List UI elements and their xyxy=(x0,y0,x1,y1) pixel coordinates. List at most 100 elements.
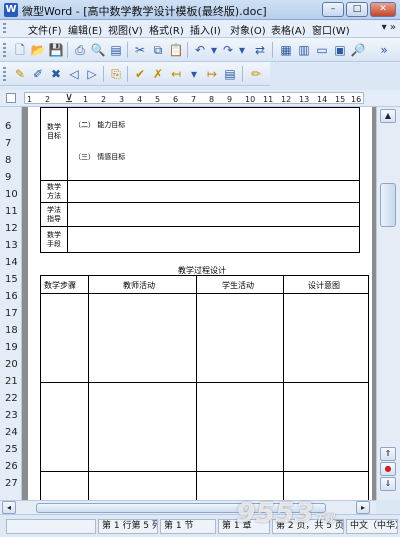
table-cell[interactable] xyxy=(40,471,89,500)
prev-page-icon[interactable]: ⇑ xyxy=(380,447,396,461)
toolbar-separator xyxy=(127,42,128,58)
prev-note-icon[interactable]: ◁ xyxy=(66,66,82,82)
find-replace-icon[interactable]: ⇄ xyxy=(252,42,268,58)
table-cell[interactable] xyxy=(67,226,360,253)
menubar-grip[interactable] xyxy=(3,23,6,35)
save-icon[interactable]: 💾 xyxy=(48,42,64,58)
browse-object-icon[interactable]: ● xyxy=(380,462,396,476)
vruler-number: 27 xyxy=(5,478,18,489)
next-change-icon[interactable]: ↦ xyxy=(204,66,220,82)
scroll-right-icon[interactable]: ▸ xyxy=(356,501,370,514)
table-cell[interactable] xyxy=(196,293,284,383)
page-view-icon[interactable]: ▭ xyxy=(314,42,330,58)
toolbar-grip[interactable] xyxy=(3,43,6,57)
edit-note-icon[interactable]: ✐ xyxy=(30,66,46,82)
table-cell[interactable] xyxy=(283,293,369,383)
menu-file[interactable]: 文件(F) xyxy=(28,22,62,37)
redo-dropdown-icon[interactable]: ▾ xyxy=(234,42,250,58)
table-cell[interactable] xyxy=(88,471,197,500)
ruler-mark: 13 xyxy=(299,95,310,104)
table-cell[interactable] xyxy=(283,382,369,472)
print-icon[interactable]: ⎙ xyxy=(72,42,88,58)
status-bar: 第 1 行第 5 列 第 1 节 第 1 章 第 2 页，共 5 页 中文（中华… xyxy=(0,514,400,537)
table-cell[interactable] xyxy=(88,382,197,472)
close-button[interactable]: ✕ xyxy=(370,2,396,17)
zoom-icon[interactable]: 🔎 xyxy=(350,42,366,58)
menu-window[interactable]: 窗口(W) xyxy=(312,22,350,37)
accept-change-icon[interactable]: ✔ xyxy=(132,66,148,82)
delete-note-icon[interactable]: ✖ xyxy=(48,66,64,82)
ruler-mark: 1 xyxy=(27,95,33,104)
track-changes-icon[interactable]: ⎘ xyxy=(108,66,124,82)
menu-format[interactable]: 格式(R) xyxy=(149,22,184,37)
table-cell[interactable] xyxy=(40,382,89,472)
menu-table[interactable]: 表格(A) xyxy=(271,22,306,37)
menu-insert[interactable]: 插入(I) xyxy=(190,22,221,37)
menu-object[interactable]: 对象(O) xyxy=(230,22,266,37)
table-cell[interactable] xyxy=(67,107,360,181)
standard-toolbar: 🗋 📂 💾 ⎙ 🔍 ▤ ✂ ⧉ 📋 ↶ ▾ ↷ ▾ ⇄ ▦ ▥ ▭ ▣ 🔎 » xyxy=(0,38,400,62)
prev-change-icon[interactable]: ↤ xyxy=(168,66,184,82)
document-page[interactable]: 数学 目标 （二） 能力目标 （三） 情感目标 数学 方法 学法 指导 数学 手… xyxy=(28,107,372,500)
menu-view[interactable]: 视图(V) xyxy=(108,22,143,37)
row-label-means: 数学 手段 xyxy=(47,231,61,248)
ruler-mark: 6 xyxy=(173,95,179,104)
pdf-export-icon[interactable]: ▤ xyxy=(108,42,124,58)
change-dropdown-icon[interactable]: ▾ xyxy=(186,66,202,82)
review-pane-icon[interactable]: ▤ xyxy=(222,66,238,82)
vruler-number: 11 xyxy=(5,206,18,217)
maximize-button[interactable]: □ xyxy=(346,2,368,17)
new-document-icon[interactable]: 🗋 xyxy=(12,42,28,58)
tab-selector[interactable] xyxy=(6,93,16,103)
reject-change-icon[interactable]: ✗ xyxy=(150,66,166,82)
table-cell[interactable] xyxy=(88,293,197,383)
menu-overflow[interactable]: ▾ » xyxy=(382,22,396,33)
toolbar-separator xyxy=(187,42,188,58)
ruler-mark: 15 xyxy=(335,95,346,104)
toolbar-separator xyxy=(103,66,104,82)
insert-table-icon[interactable]: ▦ xyxy=(278,42,294,58)
ruler-mark: 8 xyxy=(209,95,215,104)
header-design-intent: 设计意图 xyxy=(308,281,340,290)
toolbar-overflow-icon[interactable]: » xyxy=(376,42,392,58)
cut-icon[interactable]: ✂ xyxy=(132,42,148,58)
ruler-mark: 12 xyxy=(281,95,292,104)
vruler-number: 6 xyxy=(5,121,12,132)
toolbar-separator xyxy=(67,42,68,58)
table-cell[interactable] xyxy=(67,180,360,203)
scroll-thumb[interactable] xyxy=(380,183,396,227)
new-note-icon[interactable]: ✎ xyxy=(12,66,28,82)
minimize-button[interactable]: – xyxy=(322,2,344,17)
next-note-icon[interactable]: ▷ xyxy=(84,66,100,82)
table-cell[interactable] xyxy=(196,382,284,472)
columns-icon[interactable]: ▥ xyxy=(296,42,312,58)
annotation-toolbar: ✎ ✐ ✖ ◁ ▷ ⎘ ✔ ✗ ↤ ▾ ↦ ▤ ✏ xyxy=(0,62,270,86)
goal-emotion-text: （三） 情感目标 xyxy=(74,153,126,161)
open-folder-icon[interactable]: 📂 xyxy=(30,42,46,58)
print-preview-icon[interactable]: 🔍 xyxy=(90,42,106,58)
scroll-up-icon[interactable]: ▲ xyxy=(380,109,396,123)
indent-marker-icon[interactable]: ⊻ xyxy=(65,92,73,105)
ruler-strip[interactable]: 1 2 ⊻ 1 2 3 4 5 6 7 8 9 10 11 12 13 14 1… xyxy=(24,92,364,105)
word-app-icon[interactable]: W xyxy=(4,3,18,17)
horizontal-ruler[interactable]: 1 2 ⊻ 1 2 3 4 5 6 7 8 9 10 11 12 13 14 1… xyxy=(0,90,400,107)
vertical-ruler[interactable]: 6 7 8 9 10 11 12 13 14 15 16 17 18 19 20… xyxy=(0,107,22,500)
vruler-number: 18 xyxy=(5,325,18,336)
next-page-icon[interactable]: ⇓ xyxy=(380,477,396,491)
frame-icon[interactable]: ▣ xyxy=(332,42,348,58)
table-cell[interactable] xyxy=(40,293,89,383)
table-cell[interactable] xyxy=(67,202,360,227)
watermark-main: 9553 xyxy=(236,496,314,529)
paste-icon[interactable]: 📋 xyxy=(168,42,184,58)
menu-edit[interactable]: 编辑(E) xyxy=(68,22,102,37)
vruler-number: 23 xyxy=(5,410,18,421)
toolbar-grip[interactable] xyxy=(3,67,6,81)
vertical-scrollbar[interactable]: ▲ ⇑ ● ⇓ xyxy=(376,107,400,500)
document-area[interactable]: 数学 目标 （二） 能力目标 （三） 情感目标 数学 方法 学法 指导 数学 手… xyxy=(22,107,376,500)
copy-icon[interactable]: ⧉ xyxy=(150,42,166,58)
scroll-left-icon[interactable]: ◂ xyxy=(2,501,16,514)
vruler-number: 22 xyxy=(5,393,18,404)
table-cell[interactable] xyxy=(40,107,68,181)
highlight-icon[interactable]: ✏ xyxy=(248,66,264,82)
window-title: 微型Word - [高中数学教学设计模板(最终版).doc] xyxy=(22,5,267,18)
